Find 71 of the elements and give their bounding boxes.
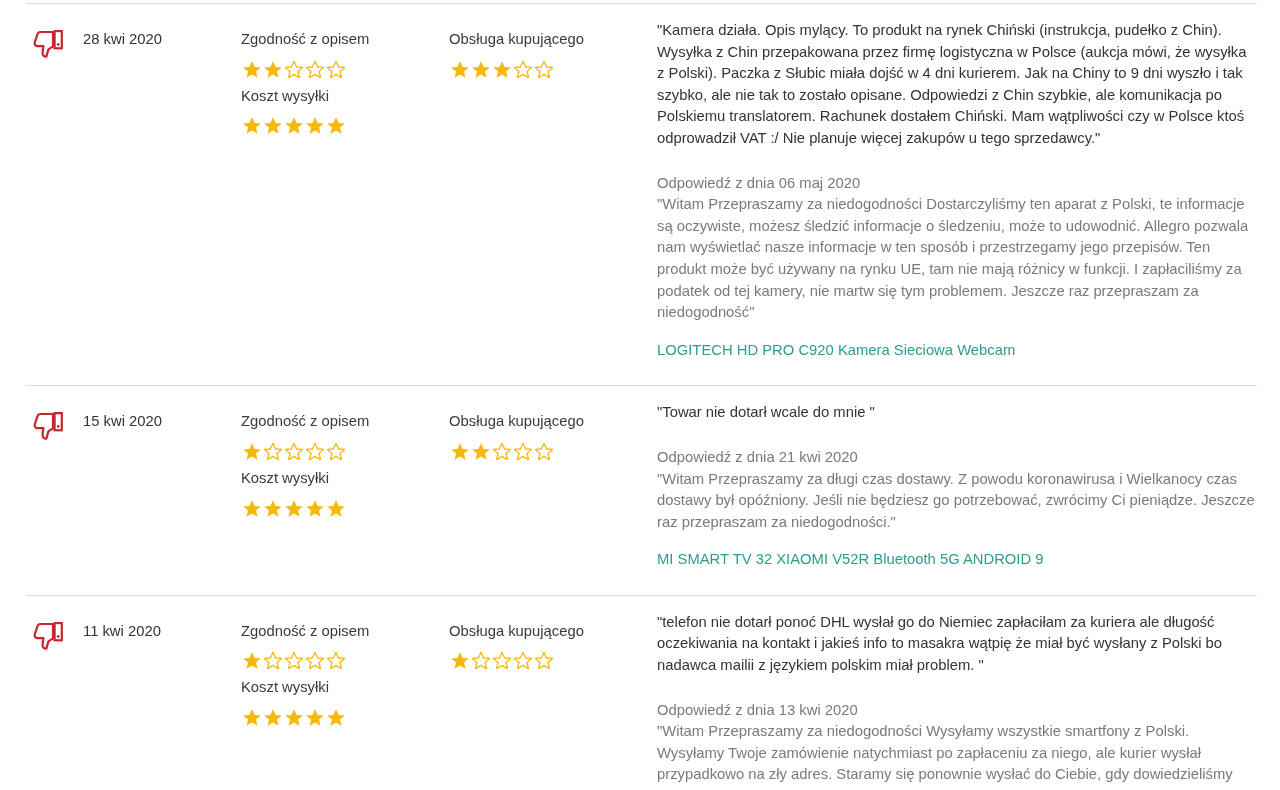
empty-star-icon (535, 60, 553, 78)
empty-star-icon (306, 60, 324, 78)
star-icon (451, 60, 469, 78)
star-icon (243, 499, 261, 517)
review-comment: "Towar nie dotarł wcale do mnie " (657, 403, 876, 423)
star-icon (264, 117, 282, 135)
empty-star-icon (285, 442, 303, 460)
review-date: 28 kwi 2020 (83, 30, 163, 49)
review-date: 11 kwi 2020 (83, 621, 162, 641)
thumbs-down-icon (33, 621, 63, 650)
empty-star-icon (306, 652, 324, 670)
empty-star-icon (514, 652, 532, 670)
rating-label: Zgodność z opisem (241, 30, 370, 49)
empty-star-icon (306, 442, 324, 460)
empty-star-icon (514, 442, 532, 460)
star-icon (306, 117, 324, 135)
seller-reply: "Witam Przepraszamy za długi czas dostawy. Z powodu koronawirusa i Wielkanocy czas dostawy był opóźniony. Jeśli nie będziesz go potrzebować, zwrócimy Ci pieniądze. Jeszcze raz przepraszam za niedogodności." (657, 469, 1256, 532)
product-link[interactable]: MI SMART TV 32 XIAOMI V52R Bluetooth 5G ANDROID 9 (657, 551, 1044, 568)
thumbs-down-icon (33, 30, 63, 58)
reply-heading: Odpowiedź z dnia 13 kwi 2020 (657, 700, 859, 720)
empty-star-icon (493, 652, 511, 670)
empty-star-icon (535, 442, 553, 460)
empty-star-icon (327, 60, 345, 78)
rating-label: Zgodność z opisem (241, 412, 370, 432)
empty-star-icon (264, 442, 282, 460)
review-comment: "telefon nie dotarł ponoć DHL wysłał go do Niemiec zapłaciłam za kuriera ale długość oczekiwania na kontakt i jakieś info to masakra wątpię że miał być wysłany z Polski bo nadawca mailii z językiem polskim miał problem. " (657, 612, 1223, 676)
empty-star-icon (264, 652, 282, 670)
empty-star-icon (327, 442, 345, 460)
rating-label: Zgodność z opisem (241, 621, 370, 641)
star-icon (285, 117, 303, 135)
empty-star-icon (327, 652, 345, 670)
star-icon (327, 499, 345, 517)
star-icon (472, 442, 490, 460)
star-icon (243, 117, 261, 135)
product-link[interactable]: LOGITECH HD PRO C920 Kamera Sieciowa Webcam (657, 341, 1016, 358)
reply-heading: Odpowiedź z dnia 21 kwi 2020 (657, 447, 859, 467)
rating-label: Koszt wysyłki (241, 678, 329, 698)
empty-star-icon (514, 60, 532, 78)
thumbs-down-icon (33, 412, 63, 441)
star-icon (451, 442, 469, 460)
star-icon (493, 60, 511, 78)
star-icon (472, 60, 490, 78)
review-comment: "Kamera działa. Opis mylący. To produkt na rynek Chiński (instrukcja, pudełko z Chin). Wysyłka z Chin przepakowana przez firmę logistyczna w Polsce (aukcja mówi, że wysyłka z Polski). Paczka z Słubic miała dojść w 4 dni kurierem. Jak na Chiny to 9 dni wyszło i tak szybko, ale nie tak to zostało opisane. Odpowiedzi z Chin szybkie, ale komunikacja po Polskiemu translatorem. Rachunek dostałem Chiński. Mam wątpliwości czy w Polsce ktoś odprowadził VAT :/ Nie planuje więcej zakupów u tego sprzedawcy." (657, 21, 1248, 148)
star-icon (243, 60, 261, 78)
star-icon (243, 442, 261, 460)
star-icon (451, 652, 469, 670)
star-icon (264, 709, 282, 727)
star-icon (285, 499, 303, 517)
star-icon (264, 499, 282, 517)
rating-label: Obsługa kupującego (449, 30, 584, 49)
star-icon (306, 709, 324, 727)
rating-label: Koszt wysyłki (241, 468, 329, 488)
star-icon (264, 60, 282, 78)
empty-star-icon (493, 442, 511, 460)
star-icon (306, 499, 324, 517)
star-icon (327, 709, 345, 727)
star-icon (243, 709, 261, 727)
star-icon (243, 652, 261, 670)
empty-star-icon (535, 652, 553, 670)
empty-star-icon (285, 652, 303, 670)
seller-reply: "Witam Przepraszamy za niedogodności Dostarczyliśmy ten aparat z Polski, te informacje są oczywiste, możesz śledzić informacje o śledzeniu, może to udowodnić. Allegro pozwala nam wyświetlać nasze informacje w ten sposób i przestrzegamy jego przepisów. Ten produkt może być używany na rynku UE, tam nie mają różnicy w funkcji. I zapłaciliśmy za podatek od tej kamery, nie martw się tym problemem. Jeszcze raz przepraszam za niedogodność" (657, 195, 1250, 323)
empty-star-icon (472, 652, 490, 670)
empty-star-icon (285, 60, 303, 78)
reply-heading: Odpowiedź z dnia 06 maj 2020 (657, 173, 862, 193)
rating-label: Obsługa kupującego (449, 412, 584, 432)
star-icon (285, 709, 303, 727)
rating-label: Obsługa kupującego (449, 621, 584, 641)
review-date: 15 kwi 2020 (83, 412, 163, 432)
rating-label: Koszt wysyłki (241, 86, 329, 106)
seller-reply: "Witam Przepraszamy za niedogodności Wysyłamy wszystkie smartfony z Polski. Wysyłamy Twoje zamówienie natychmiast po zapłaceniu za niego, ale kurier wysłał przypadkowo na zły adres. Staramy się ponownie wysłać do Ciebie, gdy dowiedzieliśmy (657, 722, 1234, 785)
star-icon (327, 117, 345, 135)
